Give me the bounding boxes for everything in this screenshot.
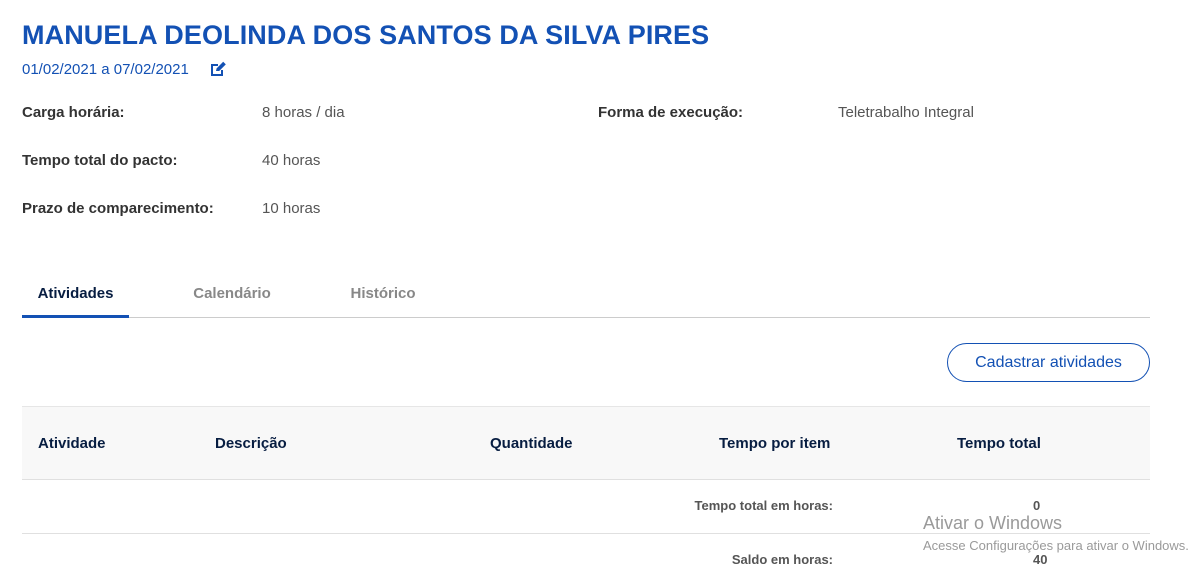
watermark-title: Ativar o Windows — [923, 513, 1063, 533]
summary-saldo-label: Saldo em horas: — [731, 552, 833, 567]
summary-tempo-total-value: 0 — [1033, 498, 1041, 513]
pact-period: 01/02/2021 a 07/02/2021 — [22, 60, 189, 78]
column-atividade[interactable]: Atividade — [38, 407, 106, 479]
tempo-total-label: Tempo total do pacto: — [22, 152, 178, 169]
windows-activation-watermark: Ativar o Windows Acesse Configurações pa… — [923, 513, 1189, 553]
tempo-total-value: 40 horas — [262, 152, 321, 169]
forma-execucao-label: Forma de execução: — [598, 104, 744, 121]
summary-saldo-value: 40 — [1033, 552, 1048, 567]
tab-historico[interactable]: Histórico — [340, 270, 426, 317]
summary-tempo-total-label: Tempo total em horas: — [694, 498, 833, 513]
edit-icon[interactable] — [209, 60, 227, 78]
period-row: 01/02/2021 a 07/02/2021 — [22, 60, 227, 78]
prazo-comparecimento-value: 10 horas — [262, 200, 321, 217]
page-title: MANUELA DEOLINDA DOS SANTOS DA SILVA PIR… — [22, 20, 710, 50]
carga-horaria-value: 8 horas / dia — [262, 104, 345, 121]
carga-horaria-label: Carga horária: — [22, 104, 125, 121]
table-header: Atividade Descrição Quantidade Tempo por… — [22, 406, 1150, 480]
cadastrar-atividades-button[interactable]: Cadastrar atividades — [947, 343, 1150, 382]
forma-execucao-value: Teletrabalho Integral — [838, 104, 974, 121]
column-descricao[interactable]: Descrição — [215, 407, 287, 479]
tab-atividades[interactable]: Atividades — [22, 270, 129, 318]
column-tempo-por-item[interactable]: Tempo por item — [719, 407, 830, 479]
column-quantidade[interactable]: Quantidade — [490, 407, 573, 479]
prazo-comparecimento-label: Prazo de comparecimento: — [22, 200, 214, 217]
tab-bar: Atividades Calendário Histórico — [22, 270, 1150, 318]
column-tempo-total[interactable]: Tempo total — [957, 407, 1041, 479]
watermark-subtitle: Acesse Configurações para ativar o Windo… — [923, 538, 1189, 553]
tab-calendario[interactable]: Calendário — [182, 270, 282, 317]
